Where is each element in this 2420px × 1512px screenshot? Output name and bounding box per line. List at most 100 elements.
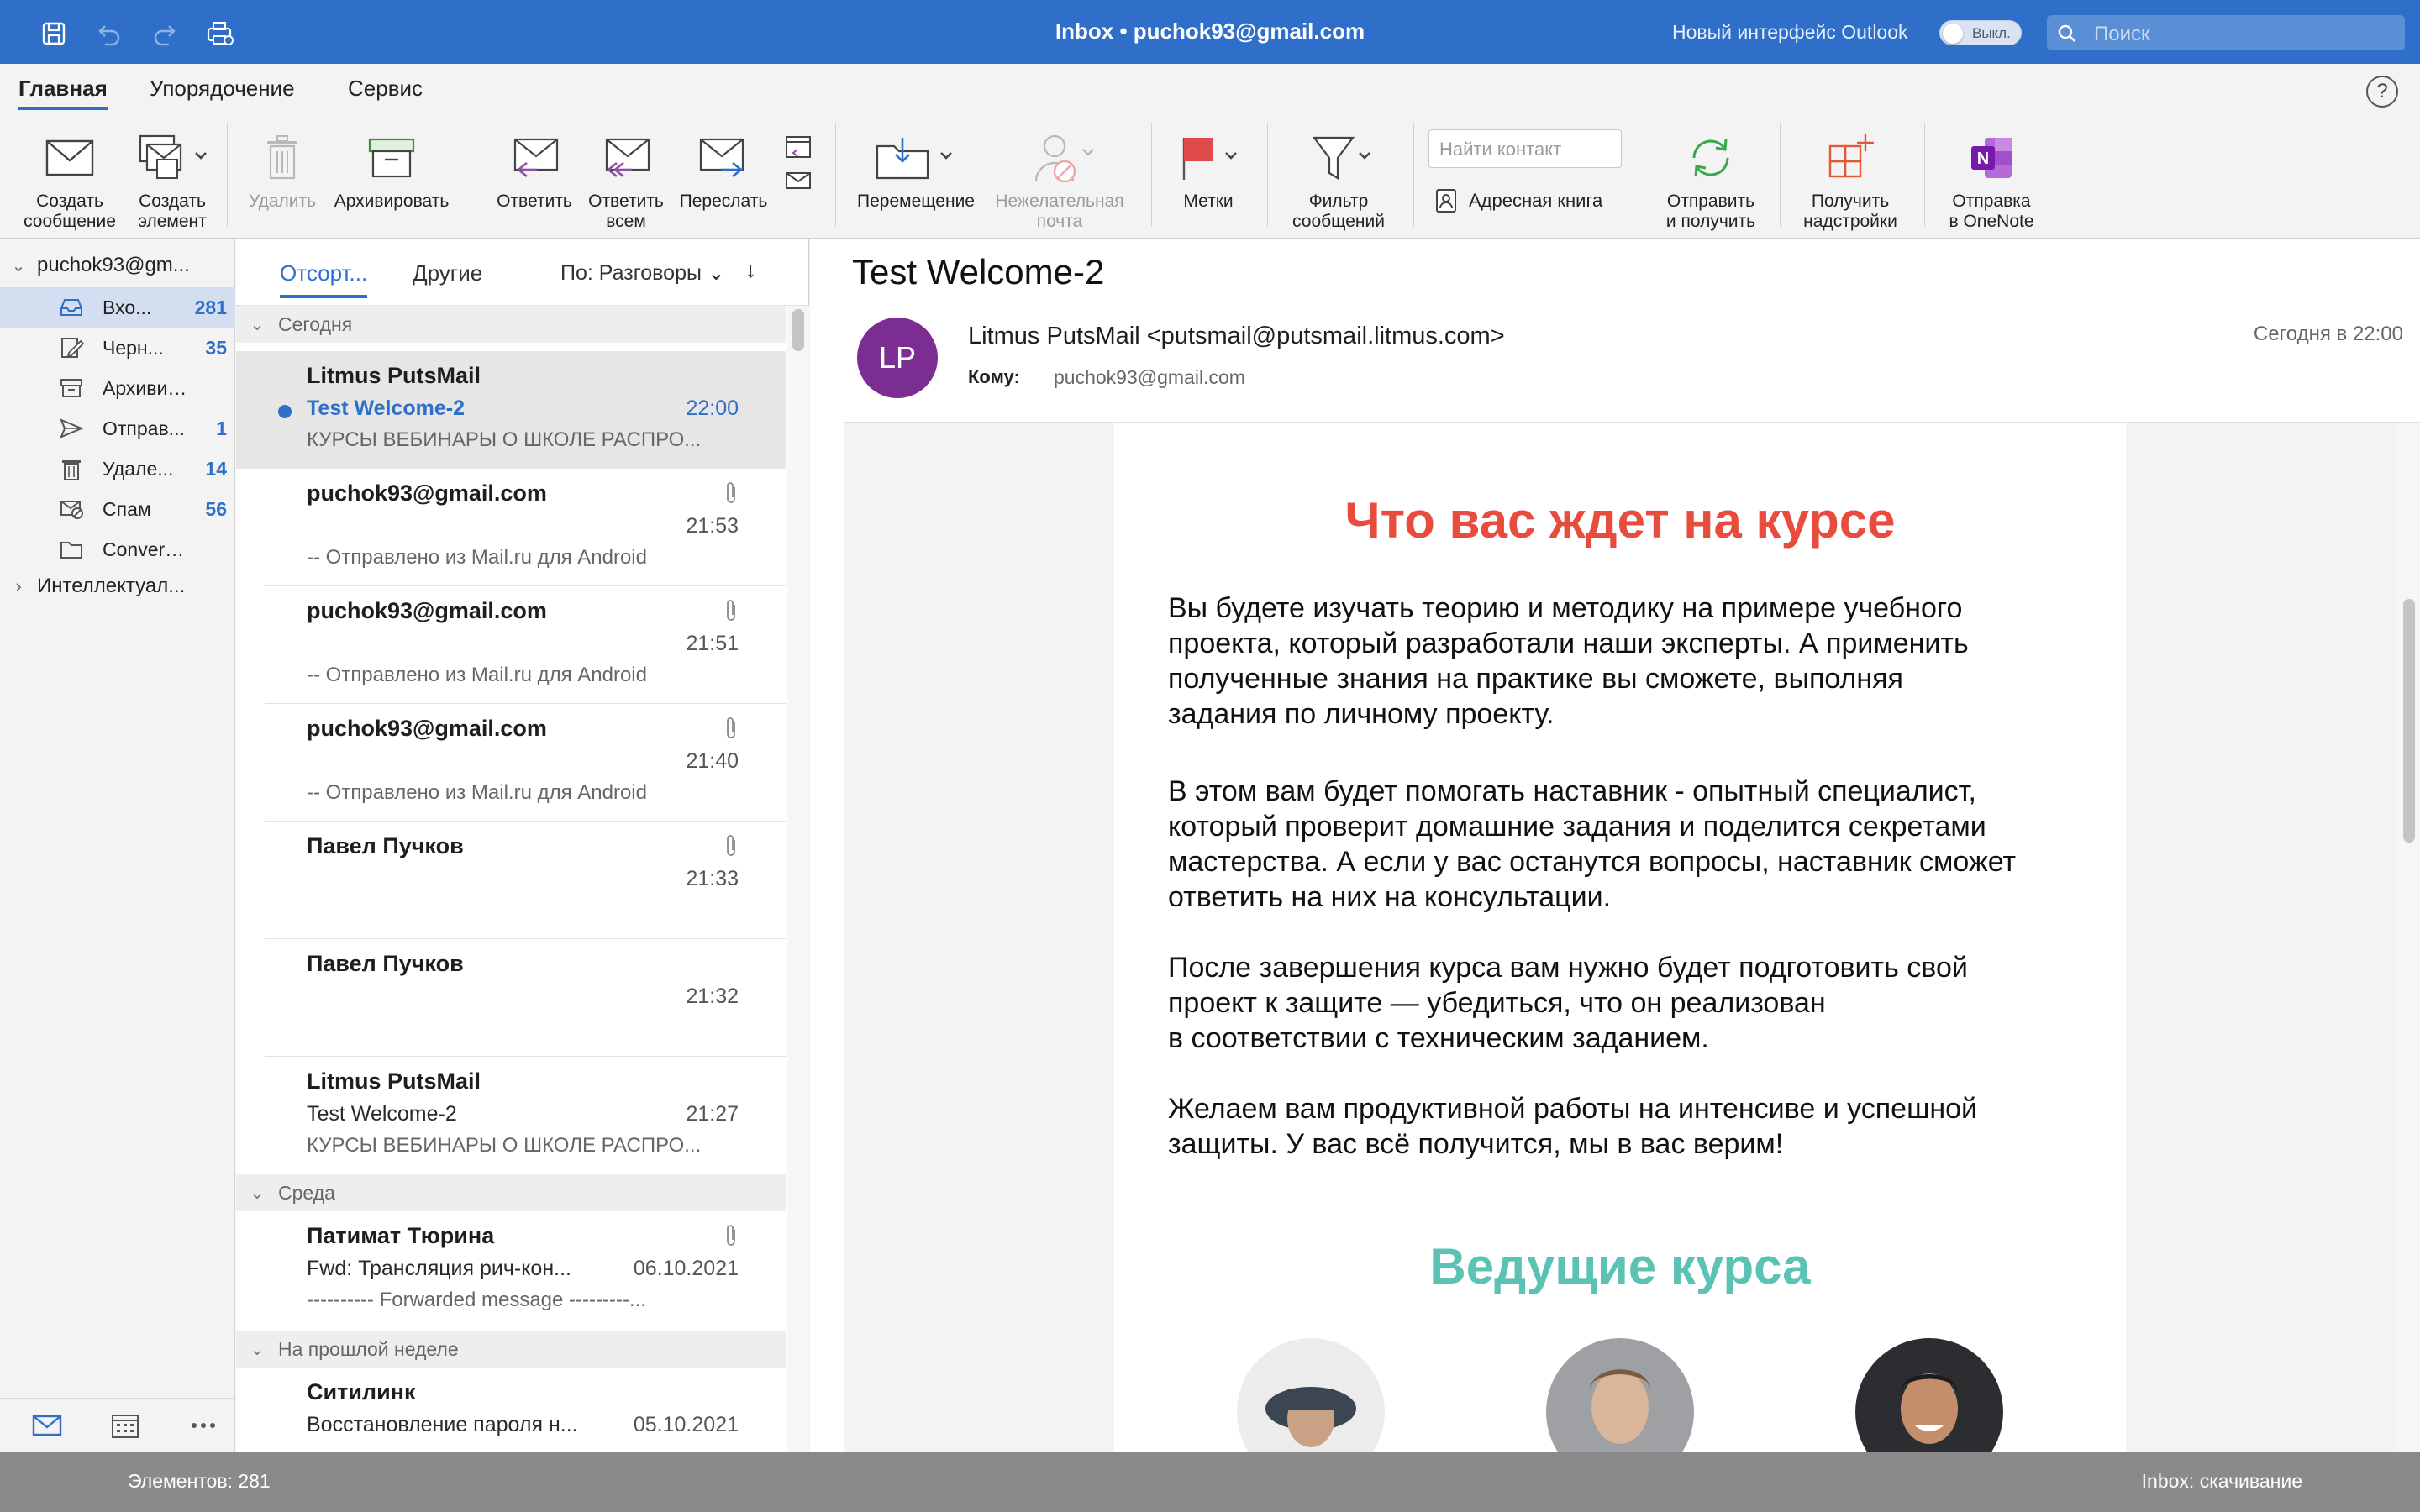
search-placeholder: Поиск: [2094, 23, 2150, 45]
filter-button[interactable]: Фильтр сообщений: [1277, 124, 1400, 232]
send-receive-button[interactable]: Отправить и получить: [1652, 124, 1770, 232]
paragraph: После завершения курса вам нужно будет п…: [1168, 950, 2092, 1056]
tab-tools[interactable]: Сервис: [348, 76, 423, 102]
message-preview: -- Отправлено из Mail.ru для Android: [307, 781, 647, 804]
folder-sent[interactable]: Отправ... 1: [0, 408, 235, 449]
group-header-wednesday[interactable]: ⌄ Среда: [236, 1174, 786, 1211]
sort-dropdown[interactable]: По: Разговоры ⌄: [560, 260, 725, 286]
account-name: puchok93@gm...: [37, 254, 190, 276]
new-item-button[interactable]: Создать элемент: [126, 124, 218, 232]
folder-inbox[interactable]: Вхо... 281: [0, 287, 235, 328]
address-book-button[interactable]: Адресная книга: [1435, 188, 1602, 213]
message-row[interactable]: puchok93@gmail.com 21:53 -- Отправлено и…: [236, 469, 786, 586]
message-time: 21:51: [686, 632, 739, 655]
group-header-today[interactable]: ⌄ Сегодня: [236, 306, 786, 343]
sort-direction-icon[interactable]: ↓: [745, 257, 756, 283]
folder-spam[interactable]: Спам 56: [0, 489, 235, 529]
meeting-reply-button[interactable]: [776, 124, 820, 200]
scrollbar-thumb[interactable]: [792, 309, 804, 351]
message-row[interactable]: puchok93@gmail.com 21:40 -- Отправлено и…: [236, 704, 786, 822]
recipient-address[interactable]: puchok93@gmail.com: [1054, 366, 1245, 389]
message-list: Отсорт... Другие По: Разговоры ⌄ ↓ ⌄ Сего…: [236, 239, 809, 1452]
message-row[interactable]: Ситилинк Восстановление пароля н... 05.1…: [236, 1368, 786, 1452]
message-time: 21:53: [686, 514, 739, 538]
help-button[interactable]: ?: [2366, 76, 2398, 108]
chevron-down-icon: ⌄: [250, 1340, 265, 1359]
get-addins-button[interactable]: Получить надстройки: [1791, 124, 1909, 232]
group-label: Сегодня: [278, 312, 353, 335]
message-list-scrollbar[interactable]: [787, 306, 809, 1452]
message-time: 22:00: [686, 396, 739, 420]
message-row[interactable]: Павел Пучков 21:33: [236, 822, 786, 939]
message-row[interactable]: Litmus PutsMail Test Welcome-2 22:00 КУР…: [236, 351, 786, 469]
instructor-photo: [1855, 1338, 2003, 1452]
reply-all-icon: [605, 138, 650, 178]
group-label: Среда: [278, 1181, 335, 1204]
folder-deleted[interactable]: Удале... 14: [0, 449, 235, 489]
message-preview: -- Отправлено из Mail.ru для Android: [307, 546, 647, 569]
tab-organize[interactable]: Упорядочение: [150, 76, 295, 102]
account-header[interactable]: ⌄ puchok93@gm...: [0, 250, 235, 281]
message-row[interactable]: puchok93@gmail.com 21:51 -- Отправлено и…: [236, 586, 786, 704]
message-time: 21:33: [686, 867, 739, 890]
tab-other[interactable]: Другие: [413, 260, 482, 286]
mail-module-icon[interactable]: [15, 1413, 78, 1438]
flag-icon: [1182, 138, 1237, 180]
search-input[interactable]: Поиск: [2047, 15, 2405, 50]
scrollbar-thumb[interactable]: [2403, 599, 2415, 843]
chevron-down-icon[interactable]: ⌄: [0, 255, 37, 276]
folder-count: 35: [205, 336, 227, 359]
message-time: 21:27: [686, 1102, 739, 1126]
chevron-right-icon[interactable]: ›: [0, 575, 37, 597]
message-time: 21:40: [686, 749, 739, 773]
tab-home[interactable]: Главная: [18, 76, 108, 110]
inbox-icon: [59, 297, 97, 318]
folder-conversation-history[interactable]: Conversa...: [0, 529, 235, 570]
flags-button[interactable]: Метки: [1166, 124, 1250, 212]
folder-name: Спам: [103, 497, 151, 520]
folder-drafts[interactable]: Черн... 35: [0, 328, 235, 368]
junk-button[interactable]: Нежелательная почта: [988, 124, 1131, 232]
new-outlook-toggle[interactable]: Выкл.: [1939, 20, 2022, 45]
tab-focused[interactable]: Отсорт...: [280, 260, 368, 298]
calendar-module-icon[interactable]: [93, 1411, 156, 1440]
message-preview: -- Отправлено из Mail.ru для Android: [307, 664, 647, 686]
more-modules-icon[interactable]: [172, 1421, 235, 1430]
send-to-onenote-button[interactable]: N Отправка в OneNote: [1933, 124, 2050, 232]
reply-button[interactable]: Ответить: [487, 124, 581, 212]
reading-pane-scrollbar[interactable]: [2398, 423, 2420, 1452]
trash-icon: [59, 456, 97, 481]
address-book-icon: [1436, 189, 1456, 213]
reply-all-button[interactable]: Ответить всем: [580, 124, 672, 232]
new-message-button[interactable]: Создать сообщение: [15, 124, 124, 232]
message-row[interactable]: Патимат Тюрина Fwd: Трансляция рич-кон..…: [236, 1211, 786, 1329]
new-item-label-1: Создать: [139, 192, 206, 211]
forward-button[interactable]: Переслать: [672, 124, 775, 212]
delete-button[interactable]: Удалить: [240, 124, 324, 212]
ribbon-separator: [1267, 123, 1268, 227]
new-message-label-1: Создать: [36, 192, 103, 211]
paragraph-line: мастерства. А если у вас останутся вопро…: [1168, 846, 2017, 878]
sort-label: По: Разговоры: [560, 261, 702, 285]
filter-icon: [1312, 136, 1370, 180]
group-header-last-week[interactable]: ⌄ На прошлой неделе: [236, 1331, 786, 1368]
paragraph-line: проекта, который разработали наши экспер…: [1168, 627, 1969, 659]
save-icon[interactable]: [37, 17, 71, 50]
folder-archive[interactable]: Архивир...: [0, 368, 235, 408]
folder-pane: ⌄ puchok93@gm... Вхо... 281 Черн... 35 А…: [0, 239, 235, 1452]
redo-icon[interactable]: [148, 17, 182, 50]
find-contact-input[interactable]: Найти контакт: [1428, 129, 1622, 168]
smart-folders-group[interactable]: › Интеллектуал...: [0, 571, 235, 601]
sender-address[interactable]: Litmus PutsMail <putsmail@putsmail.litmu…: [968, 323, 1505, 350]
sync-status: Inbox: скачивание: [2141, 1470, 2302, 1492]
sender-avatar[interactable]: LP: [857, 318, 938, 398]
message-sender: puchok93@gmail.com: [307, 716, 547, 741]
print-icon[interactable]: [203, 17, 237, 50]
move-button[interactable]: Перемещение: [849, 124, 983, 212]
sent-icon: [59, 417, 97, 439]
archive-button[interactable]: Архивировать: [333, 124, 450, 212]
message-row[interactable]: Павел Пучков 21:32: [236, 939, 786, 1057]
message-row[interactable]: Litmus PutsMail Test Welcome-2 21:27 КУР…: [236, 1057, 786, 1174]
item-count: Элементов: 281: [128, 1470, 271, 1492]
undo-icon[interactable]: [92, 17, 126, 50]
